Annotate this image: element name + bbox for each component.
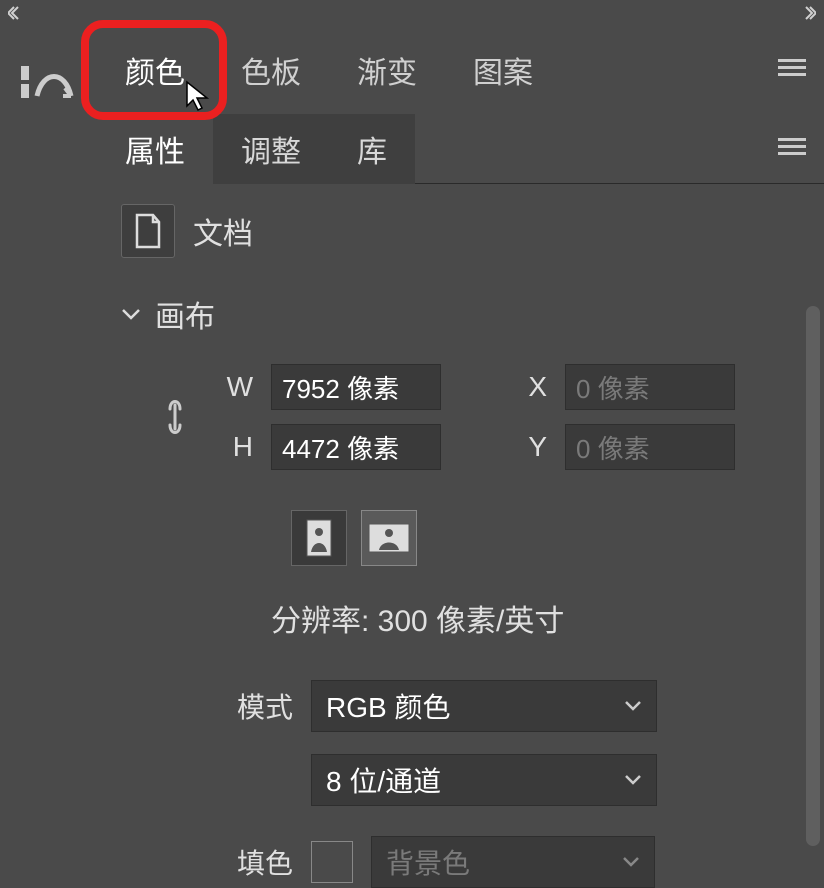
y-label: Y xyxy=(517,431,547,463)
tab-pattern[interactable]: 图案 xyxy=(445,26,561,114)
width-label: W xyxy=(223,371,253,403)
tab-adjust[interactable]: 调整 xyxy=(213,114,329,184)
tab-label: 属性 xyxy=(125,127,185,171)
link-dimensions-button[interactable] xyxy=(145,391,205,443)
orientation-portrait-button[interactable] xyxy=(291,510,347,566)
height-label: H xyxy=(223,431,253,463)
height-input[interactable]: 4472 像素 xyxy=(271,424,441,470)
collapse-left-icon[interactable] xyxy=(8,6,30,20)
expand-right-icon[interactable] xyxy=(794,6,816,20)
fill-row: 填色 背景色 xyxy=(229,836,804,888)
orientation-landscape-button[interactable] xyxy=(361,510,417,566)
x-label: X xyxy=(517,371,547,403)
chevron-down-icon xyxy=(121,307,141,321)
mode-row: 模式 RGB 颜色 xyxy=(229,680,804,732)
resolution-text: 分辨率: 300 像素/英寸 xyxy=(271,596,804,640)
fill-color-swatch[interactable] xyxy=(311,841,353,883)
panel-area: 颜色 色板 渐变 图案 属性 调整 库 文档 画布 xyxy=(97,26,824,848)
icon-sidebar xyxy=(0,26,97,126)
document-icon xyxy=(121,204,175,258)
tab-label: 库 xyxy=(357,127,387,171)
panel-toggle-icon[interactable] xyxy=(21,62,77,107)
cursor-icon xyxy=(185,80,213,114)
fill-label: 填色 xyxy=(229,842,293,882)
orientation-row xyxy=(291,510,804,566)
tab-label: 图案 xyxy=(473,48,533,92)
document-label: 文档 xyxy=(193,209,253,253)
bitdepth-row: 8 位/通道 xyxy=(229,754,804,806)
bit-depth-select[interactable]: 8 位/通道 xyxy=(311,754,657,806)
dimensions-grid: W 7952 像素 X 0 像素 H 4472 像素 Y 0 像素 xyxy=(145,364,804,470)
chevron-down-icon xyxy=(624,700,642,712)
mode-label: 模式 xyxy=(229,686,293,726)
panel-tabs-sub: 属性 调整 库 xyxy=(97,114,824,184)
tab-gradient[interactable]: 渐变 xyxy=(329,26,445,114)
chevron-down-icon xyxy=(622,856,640,868)
panel-tabs-top: 颜色 色板 渐变 图案 xyxy=(97,26,824,114)
document-header: 文档 xyxy=(121,204,804,258)
panel-menu-icon[interactable] xyxy=(778,58,806,83)
properties-content: 文档 画布 W 7952 像素 X 0 像素 H 4472 像素 Y 0 像素 xyxy=(97,184,824,888)
tab-label: 颜色 xyxy=(125,48,185,92)
canvas-section-header[interactable]: 画布 xyxy=(121,292,804,336)
window-top-bar xyxy=(0,0,824,26)
tab-label: 渐变 xyxy=(357,48,417,92)
tab-properties[interactable]: 属性 xyxy=(97,114,213,184)
content-scrollbar[interactable] xyxy=(806,306,820,846)
section-title: 画布 xyxy=(155,292,215,336)
tab-swatches[interactable]: 色板 xyxy=(213,26,329,114)
tab-library[interactable]: 库 xyxy=(329,114,415,184)
y-input[interactable]: 0 像素 xyxy=(565,424,735,470)
panel-menu-icon[interactable] xyxy=(778,136,806,161)
tab-color[interactable]: 颜色 xyxy=(97,26,213,114)
tab-label: 调整 xyxy=(241,127,301,171)
tab-label: 色板 xyxy=(241,48,301,92)
color-mode-select[interactable]: RGB 颜色 xyxy=(311,680,657,732)
fill-select[interactable]: 背景色 xyxy=(371,836,655,888)
width-input[interactable]: 7952 像素 xyxy=(271,364,441,410)
chevron-down-icon xyxy=(624,774,642,786)
x-input[interactable]: 0 像素 xyxy=(565,364,735,410)
